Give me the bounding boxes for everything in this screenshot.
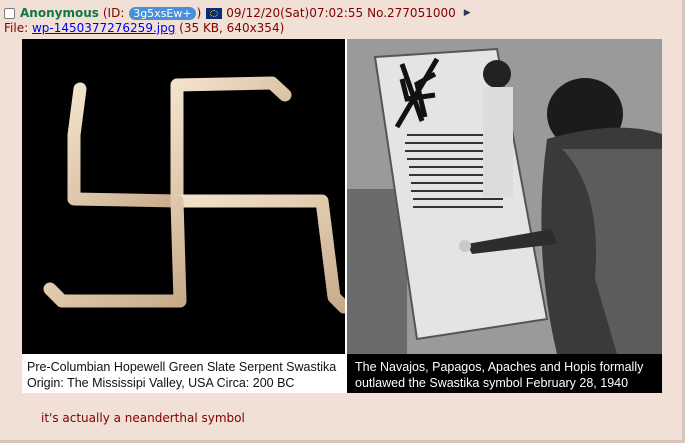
- poster-id-wrapper: (ID: 3g5xsEw+): [103, 6, 201, 20]
- right-caption-line1: The Navajos, Papagos, Apaches and Hopis …: [355, 360, 644, 374]
- post-comment: it's actually a neanderthal symbol: [41, 411, 245, 425]
- post-number-link[interactable]: No.277051000: [367, 6, 456, 20]
- proclamation-scene: [347, 39, 662, 354]
- serpent-swastika-photo: [22, 39, 351, 354]
- right-caption-line2: outlawed the Swastika symbol February 28…: [355, 376, 629, 390]
- post-menu-icon[interactable]: ▶: [464, 8, 471, 18]
- serpent-swastika-artifact: [43, 76, 351, 314]
- right-image-caption: The Navajos, Papagos, Apaches and Hopis …: [347, 354, 662, 393]
- navajo-proclamation-photo: [347, 39, 662, 354]
- poster-id-prefix: (ID:: [102, 6, 129, 20]
- post-select-checkbox[interactable]: [4, 7, 15, 19]
- left-caption-line1: Pre-Columbian Hopewell Green Slate Serpe…: [27, 360, 337, 374]
- file-info: File: wp-1450377276259.jpg (35 KB, 640x3…: [4, 21, 284, 35]
- file-meta: (35 KB, 640x354): [179, 21, 285, 35]
- poster-id-suffix: ): [196, 6, 202, 20]
- poster-id-badge[interactable]: 3g5xsEw+: [129, 7, 196, 20]
- file-label: File:: [4, 21, 32, 35]
- post-header: Anonymous (ID: 3g5xsEw+) 09/12/20(Sat)07…: [4, 5, 471, 21]
- eu-flag-icon: [206, 7, 223, 19]
- left-image-caption: Pre-Columbian Hopewell Green Slate Serpe…: [22, 354, 345, 393]
- post-datetime: 09/12/20(Sat)07:02:55: [226, 6, 364, 20]
- poster-name: Anonymous: [20, 6, 99, 20]
- post-image[interactable]: Pre-Columbian Hopewell Green Slate Serpe…: [22, 39, 662, 393]
- post-reply: Anonymous (ID: 3g5xsEw+) 09/12/20(Sat)07…: [0, 0, 683, 441]
- left-caption-line2: Origin: The Mississipi Valley, USA Circa…: [27, 376, 295, 390]
- file-name-link[interactable]: wp-1450377276259.jpg: [32, 21, 175, 35]
